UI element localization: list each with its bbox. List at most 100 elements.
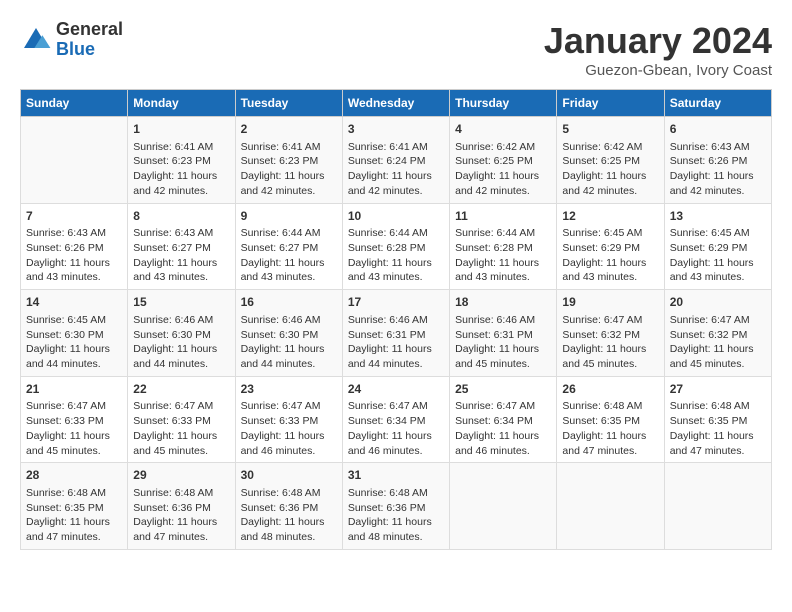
day-info: Sunrise: 6:48 AM Sunset: 6:35 PM Dayligh… <box>26 486 122 545</box>
calendar-cell: 14 Sunrise: 6:45 AM Sunset: 6:30 PM Dayli… <box>21 290 128 377</box>
day-info: Sunrise: 6:47 AM Sunset: 6:33 PM Dayligh… <box>26 399 122 458</box>
day-number: 4 <box>455 121 551 138</box>
day-number: 20 <box>670 294 766 311</box>
day-number: 19 <box>562 294 658 311</box>
day-number: 8 <box>133 208 229 225</box>
calendar-cell: 7Sunrise: 6:43 AM Sunset: 6:26 PM Daylig… <box>21 203 128 290</box>
calendar-cell: 5 Sunrise: 6:42 AM Sunset: 6:25 PM Daylig… <box>557 117 664 204</box>
day-info: Sunrise: 6:47 AM Sunset: 6:33 PM Dayligh… <box>133 399 229 458</box>
day-number: 10 <box>348 208 444 225</box>
day-number: 16 <box>241 294 337 311</box>
day-info: Sunrise: 6:46 AM Sunset: 6:30 PM Dayligh… <box>241 313 337 372</box>
logo-blue: Blue <box>56 40 123 60</box>
day-info: Sunrise: 6:45 AM Sunset: 6:29 PM Dayligh… <box>562 226 658 285</box>
calendar-week-row: 1Sunrise: 6:41 AM Sunset: 6:23 PM Daylig… <box>21 117 772 204</box>
day-number: 24 <box>348 381 444 398</box>
day-info: Sunrise: 6:41 AM Sunset: 6:23 PM Dayligh… <box>133 140 229 199</box>
day-info: Sunrise: 6:47 AM Sunset: 6:34 PM Dayligh… <box>348 399 444 458</box>
calendar-cell: 2Sunrise: 6:41 AM Sunset: 6:23 PM Daylig… <box>235 117 342 204</box>
header-saturday: Saturday <box>664 90 771 117</box>
calendar-week-row: 7Sunrise: 6:43 AM Sunset: 6:26 PM Daylig… <box>21 203 772 290</box>
calendar-cell: 17 Sunrise: 6:46 AM Sunset: 6:31 PM Dayli… <box>342 290 449 377</box>
day-number: 22 <box>133 381 229 398</box>
calendar-cell: 8Sunrise: 6:43 AM Sunset: 6:27 PM Daylig… <box>128 203 235 290</box>
calendar-cell: 12Sunrise: 6:45 AM Sunset: 6:29 PM Dayli… <box>557 203 664 290</box>
day-info: Sunrise: 6:41 AM Sunset: 6:23 PM Dayligh… <box>241 140 337 199</box>
calendar-cell: 4 Sunrise: 6:42 AM Sunset: 6:25 PM Daylig… <box>450 117 557 204</box>
calendar-cell: 22Sunrise: 6:47 AM Sunset: 6:33 PM Dayli… <box>128 376 235 463</box>
day-info: Sunrise: 6:43 AM Sunset: 6:26 PM Dayligh… <box>26 226 122 285</box>
day-info: Sunrise: 6:47 AM Sunset: 6:32 PM Dayligh… <box>670 313 766 372</box>
header-sunday: Sunday <box>21 90 128 117</box>
day-number: 26 <box>562 381 658 398</box>
day-number: 15 <box>133 294 229 311</box>
day-info: Sunrise: 6:45 AM Sunset: 6:29 PM Dayligh… <box>670 226 766 285</box>
calendar-cell: 6 Sunrise: 6:43 AM Sunset: 6:26 PM Daylig… <box>664 117 771 204</box>
day-info: Sunrise: 6:41 AM Sunset: 6:24 PM Dayligh… <box>348 140 444 199</box>
header-friday: Friday <box>557 90 664 117</box>
day-number: 27 <box>670 381 766 398</box>
day-info: Sunrise: 6:48 AM Sunset: 6:36 PM Dayligh… <box>241 486 337 545</box>
calendar-cell <box>557 463 664 550</box>
day-number: 14 <box>26 294 122 311</box>
title-area: January 2024 Guezon-Gbean, Ivory Coast <box>544 20 772 79</box>
day-number: 30 <box>241 467 337 484</box>
day-info: Sunrise: 6:47 AM Sunset: 6:32 PM Dayligh… <box>562 313 658 372</box>
day-number: 13 <box>670 208 766 225</box>
day-info: Sunrise: 6:46 AM Sunset: 6:30 PM Dayligh… <box>133 313 229 372</box>
day-number: 5 <box>562 121 658 138</box>
day-info: Sunrise: 6:47 AM Sunset: 6:33 PM Dayligh… <box>241 399 337 458</box>
calendar-cell: 29 Sunrise: 6:48 AM Sunset: 6:36 PM Dayli… <box>128 463 235 550</box>
header-thursday: Thursday <box>450 90 557 117</box>
day-info: Sunrise: 6:43 AM Sunset: 6:26 PM Dayligh… <box>670 140 766 199</box>
day-info: Sunrise: 6:44 AM Sunset: 6:28 PM Dayligh… <box>348 226 444 285</box>
header-wednesday: Wednesday <box>342 90 449 117</box>
day-info: Sunrise: 6:42 AM Sunset: 6:25 PM Dayligh… <box>562 140 658 199</box>
day-number: 31 <box>348 467 444 484</box>
logo: General Blue <box>20 20 123 60</box>
calendar-cell: 31Sunrise: 6:48 AM Sunset: 6:36 PM Dayli… <box>342 463 449 550</box>
calendar-header-row: SundayMondayTuesdayWednesdayThursdayFrid… <box>21 90 772 117</box>
logo-icon <box>20 24 52 56</box>
day-number: 12 <box>562 208 658 225</box>
calendar-week-row: 28Sunrise: 6:48 AM Sunset: 6:35 PM Dayli… <box>21 463 772 550</box>
logo-general: General <box>56 20 123 40</box>
calendar-cell: 24Sunrise: 6:47 AM Sunset: 6:34 PM Dayli… <box>342 376 449 463</box>
day-number: 18 <box>455 294 551 311</box>
day-info: Sunrise: 6:48 AM Sunset: 6:36 PM Dayligh… <box>133 486 229 545</box>
day-info: Sunrise: 6:46 AM Sunset: 6:31 PM Dayligh… <box>455 313 551 372</box>
calendar-cell: 26Sunrise: 6:48 AM Sunset: 6:35 PM Dayli… <box>557 376 664 463</box>
calendar-cell: 11Sunrise: 6:44 AM Sunset: 6:28 PM Dayli… <box>450 203 557 290</box>
day-info: Sunrise: 6:42 AM Sunset: 6:25 PM Dayligh… <box>455 140 551 199</box>
day-number: 3 <box>348 121 444 138</box>
month-title: January 2024 <box>544 20 772 62</box>
day-info: Sunrise: 6:43 AM Sunset: 6:27 PM Dayligh… <box>133 226 229 285</box>
day-number: 29 <box>133 467 229 484</box>
day-info: Sunrise: 6:45 AM Sunset: 6:30 PM Dayligh… <box>26 313 122 372</box>
calendar-cell: 9Sunrise: 6:44 AM Sunset: 6:27 PM Daylig… <box>235 203 342 290</box>
logo-text: General Blue <box>56 20 123 60</box>
calendar-cell <box>21 117 128 204</box>
day-info: Sunrise: 6:47 AM Sunset: 6:34 PM Dayligh… <box>455 399 551 458</box>
calendar-cell <box>450 463 557 550</box>
day-info: Sunrise: 6:44 AM Sunset: 6:27 PM Dayligh… <box>241 226 337 285</box>
calendar-cell: 10Sunrise: 6:44 AM Sunset: 6:28 PM Dayli… <box>342 203 449 290</box>
calendar-cell: 15 Sunrise: 6:46 AM Sunset: 6:30 PM Dayli… <box>128 290 235 377</box>
calendar-cell: 19 Sunrise: 6:47 AM Sunset: 6:32 PM Dayli… <box>557 290 664 377</box>
calendar-cell: 20 Sunrise: 6:47 AM Sunset: 6:32 PM Dayli… <box>664 290 771 377</box>
calendar-cell <box>664 463 771 550</box>
calendar-cell: 27Sunrise: 6:48 AM Sunset: 6:35 PM Dayli… <box>664 376 771 463</box>
day-number: 9 <box>241 208 337 225</box>
day-number: 17 <box>348 294 444 311</box>
calendar-cell: 30 Sunrise: 6:48 AM Sunset: 6:36 PM Dayli… <box>235 463 342 550</box>
day-number: 23 <box>241 381 337 398</box>
calendar-cell: 28Sunrise: 6:48 AM Sunset: 6:35 PM Dayli… <box>21 463 128 550</box>
day-info: Sunrise: 6:46 AM Sunset: 6:31 PM Dayligh… <box>348 313 444 372</box>
calendar-cell: 16 Sunrise: 6:46 AM Sunset: 6:30 PM Dayli… <box>235 290 342 377</box>
header-tuesday: Tuesday <box>235 90 342 117</box>
day-number: 6 <box>670 121 766 138</box>
day-number: 11 <box>455 208 551 225</box>
day-number: 7 <box>26 208 122 225</box>
page-header: General Blue January 2024 Guezon-Gbean, … <box>20 20 772 79</box>
day-info: Sunrise: 6:48 AM Sunset: 6:35 PM Dayligh… <box>670 399 766 458</box>
